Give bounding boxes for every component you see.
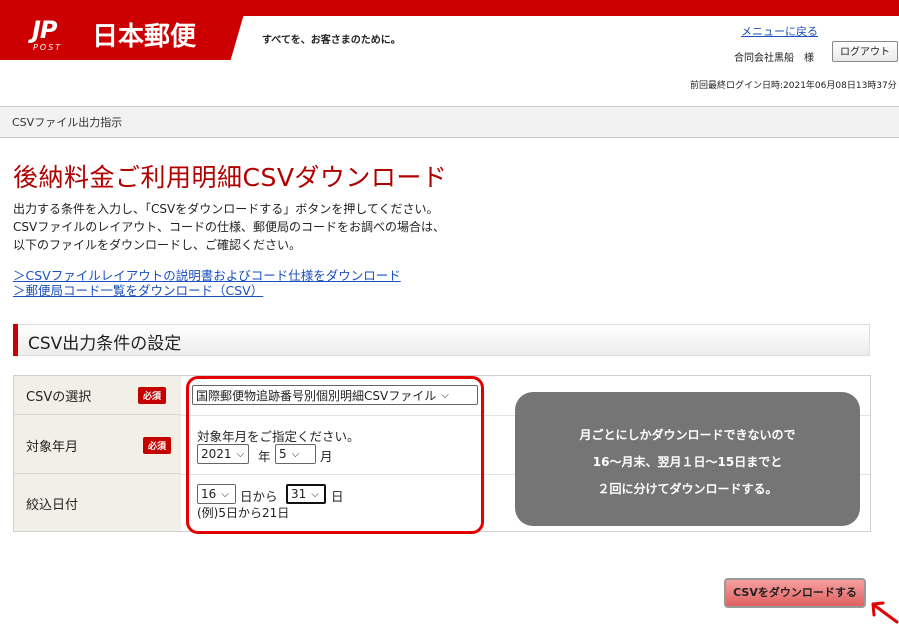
callout-line-2: 16～月末、翌月１日～15日までと bbox=[592, 455, 783, 469]
section-title: CSV出力条件の設定 bbox=[28, 334, 182, 354]
target-month-label: 対象年月 bbox=[26, 440, 79, 455]
section-accent-bar bbox=[13, 324, 18, 356]
tagline: すべてを、お客さまのために。 bbox=[262, 35, 401, 46]
back-to-menu-link[interactable]: メニューに戻る bbox=[741, 23, 818, 39]
arrow-icon bbox=[871, 601, 899, 624]
jp-post-logo-mark: JP bbox=[32, 16, 58, 44]
required-badge: 必須 bbox=[143, 437, 172, 454]
last-login-timestamp: 前回最終ログイン日時:2021年06月08日13時37分 bbox=[690, 81, 897, 91]
logout-button[interactable]: ログアウト bbox=[832, 41, 898, 62]
csv-download-button[interactable]: CSVをダウンロードする bbox=[724, 578, 866, 608]
required-badge: 必須 bbox=[138, 387, 167, 404]
breadcrumb: CSVファイル出力指示 bbox=[12, 116, 123, 129]
user-name: 合同会社黒船 様 bbox=[734, 53, 814, 64]
narrow-date-label: 絞込日付 bbox=[26, 498, 79, 513]
description-line-3: 以下のファイルをダウンロードし、ご確認ください。 bbox=[13, 238, 302, 252]
jp-post-logo-caption: POST bbox=[33, 43, 63, 52]
post-office-code-download-link[interactable]: ＞郵便局コード一覧をダウンロード（CSV） bbox=[13, 280, 263, 299]
logo-name: 日本郵便 bbox=[92, 22, 197, 52]
description-line-1: 出力する条件を入力し、「CSVをダウンロードする」ボタンを押してください。 bbox=[13, 202, 439, 216]
annotation-callout: 月ごとにしかダウンロードできないので 16～月末、翌月１日～15日までと ２回に… bbox=[515, 392, 860, 526]
breadcrumb-bar bbox=[0, 106, 899, 138]
description-line-2: CSVファイルのレイアウト、コードの仕様、郵便局のコードをお調べの場合は、 bbox=[13, 220, 445, 234]
highlight-outline bbox=[186, 376, 484, 534]
page-title: 後納料金ご利用明細CSVダウンロード bbox=[13, 163, 448, 192]
csv-select-label: CSVの選択 bbox=[26, 390, 92, 405]
callout-line-3: ２回に分けてダウンロードする。 bbox=[597, 482, 778, 496]
page-description: 出力する条件を入力し、「CSVをダウンロードする」ボタンを押してください。 CS… bbox=[13, 200, 493, 254]
callout-line-1: 月ごとにしかダウンロードできないので bbox=[579, 428, 796, 442]
